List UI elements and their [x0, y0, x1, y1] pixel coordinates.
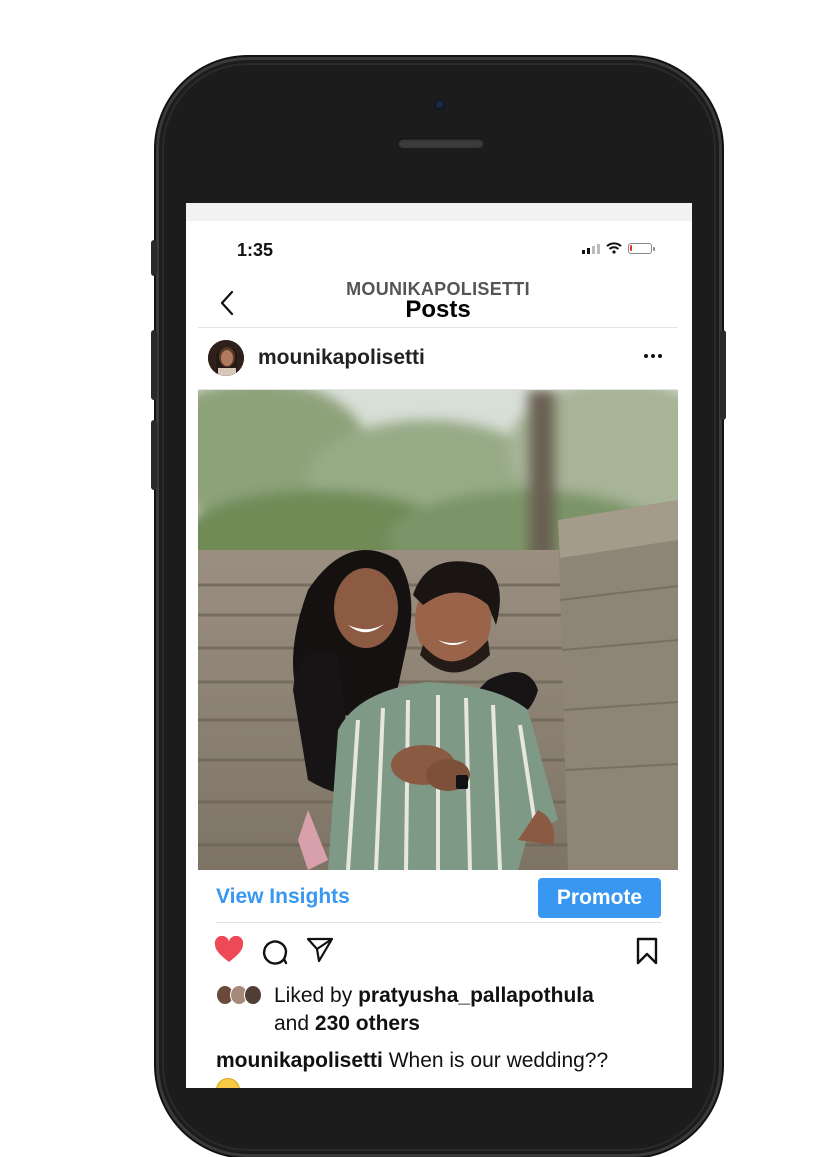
header-divider — [198, 327, 678, 328]
liked-by-text: Liked by pratyusha_pallapothula — [274, 984, 594, 1008]
volume-down-button — [151, 420, 157, 490]
screen-top-edge — [186, 203, 692, 221]
bookmark-icon[interactable] — [636, 937, 658, 965]
insights-divider — [216, 922, 662, 923]
page-title: Posts — [405, 296, 471, 323]
battery-level — [630, 244, 632, 251]
comment-icon[interactable] — [260, 937, 288, 965]
status-icons — [582, 242, 655, 254]
liked-by-avatars[interactable] — [216, 985, 264, 1007]
power-button — [720, 330, 726, 420]
app-view: 1:35 MOUNIKAPOLISETTI Posts mounikapolis… — [198, 221, 678, 1088]
status-time: 1:35 — [237, 240, 274, 260]
more-horizontal-icon[interactable] — [644, 354, 662, 358]
heart-filled-icon[interactable] — [214, 936, 244, 964]
caption-text: When is our wedding?? — [388, 1049, 609, 1072]
caption-username[interactable]: mounikapolisetti — [216, 1049, 383, 1072]
earpiece-speaker — [398, 138, 484, 148]
battery-icon — [628, 242, 655, 254]
liked-by-prefix: Liked by — [274, 984, 353, 1007]
volume-up-button — [151, 330, 157, 400]
likes-others-count[interactable]: 230 others — [315, 1012, 420, 1035]
avatar[interactable] — [208, 340, 244, 376]
send-icon[interactable] — [306, 937, 334, 963]
silent-switch — [151, 240, 157, 276]
front-camera — [434, 99, 445, 110]
post-caption: mounikapolisetti When is our wedding?? — [216, 1049, 608, 1073]
promote-button[interactable]: Promote — [538, 878, 661, 918]
wifi-icon — [606, 242, 622, 254]
liker-avatar — [244, 985, 262, 1005]
phone-screen: 1:35 MOUNIKAPOLISETTI Posts mounikapolis… — [186, 203, 692, 1088]
likes-count-text: and 230 others — [274, 1012, 420, 1036]
laughing-emoji-icon — [216, 1078, 240, 1088]
view-insights-link[interactable]: View Insights — [216, 885, 350, 909]
post-photo[interactable] — [198, 390, 678, 870]
signal-icon — [582, 242, 600, 254]
post-username[interactable]: mounikapolisetti — [258, 346, 425, 370]
likes-and: and — [274, 1012, 310, 1035]
liked-by-user[interactable]: pratyusha_pallapothula — [358, 984, 594, 1007]
